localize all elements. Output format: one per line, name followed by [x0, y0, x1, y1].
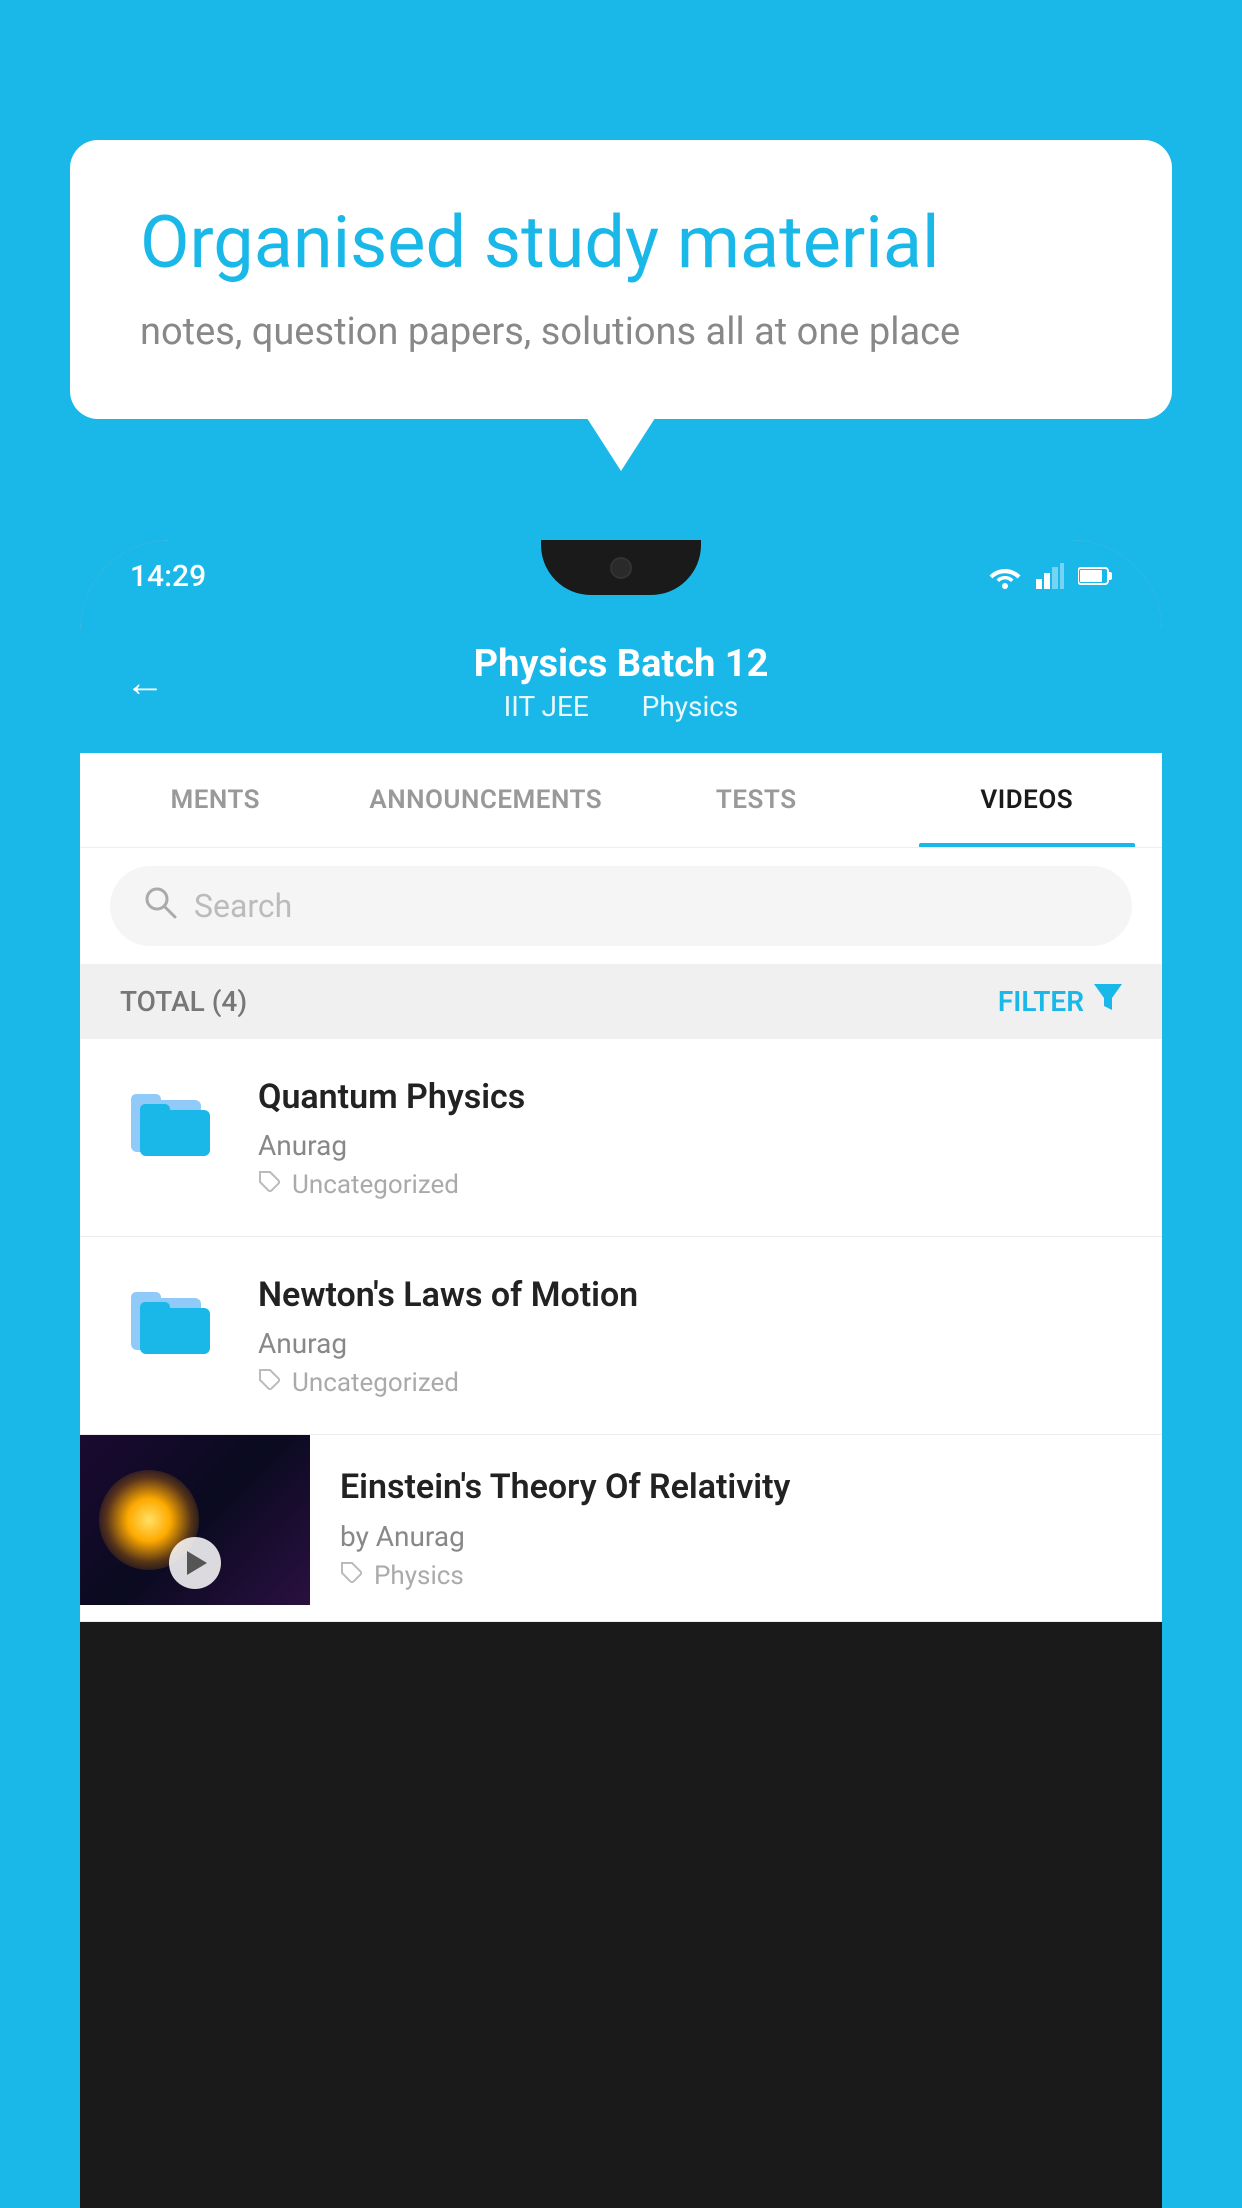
status-bar: 14:29 — [80, 540, 1162, 612]
status-time: 14:29 — [130, 559, 206, 594]
speech-bubble-container: Organised study material notes, question… — [70, 140, 1172, 419]
video-info-2: Einstein's Theory Of Relativity by Anura… — [310, 1435, 1162, 1620]
signal-icon — [1036, 563, 1064, 589]
play-triangle-icon — [187, 1551, 207, 1575]
video-author-0: Anurag — [258, 1129, 1126, 1162]
app-header: ← Physics Batch 12 IIT JEE Physics — [80, 612, 1162, 753]
bubble-subtitle: notes, question papers, solutions all at… — [140, 310, 1102, 354]
header-title: Physics Batch 12 — [474, 642, 769, 686]
video-thumbnail-2 — [80, 1435, 310, 1605]
video-tag-row-2: Physics — [340, 1561, 1132, 1591]
search-icon — [142, 884, 178, 928]
tabs-bar: MENTS ANNOUNCEMENTS TESTS VIDEOS — [80, 753, 1162, 848]
back-button[interactable]: ← — [125, 659, 165, 706]
status-icons — [988, 563, 1112, 589]
video-info-1: Newton's Laws of Motion Anurag Uncategor… — [258, 1273, 1126, 1398]
filter-button[interactable]: FILTER — [998, 984, 1122, 1019]
battery-icon — [1078, 567, 1112, 585]
tag-icon-1 — [258, 1368, 282, 1398]
search-bar-container: Search — [80, 848, 1162, 964]
camera-dot — [610, 557, 632, 579]
video-title-1: Newton's Laws of Motion — [258, 1273, 1126, 1317]
video-author-1: Anurag — [258, 1327, 1126, 1360]
tab-tests[interactable]: TESTS — [621, 753, 892, 847]
search-placeholder: Search — [194, 887, 292, 925]
speech-bubble: Organised study material notes, question… — [70, 140, 1172, 419]
video-tag-2: Physics — [374, 1561, 464, 1591]
video-info-0: Quantum Physics Anurag Uncategorized — [258, 1075, 1126, 1200]
video-author-2: by Anurag — [340, 1520, 1132, 1553]
filter-label: FILTER — [998, 985, 1084, 1018]
search-bar[interactable]: Search — [110, 866, 1132, 946]
video-folder-icon-1 — [116, 1273, 226, 1363]
header-subtitle-separator — [612, 690, 626, 723]
total-label: TOTAL (4) — [120, 985, 247, 1018]
phone-frame: 14:29 — [80, 540, 1162, 2208]
filter-row: TOTAL (4) FILTER — [80, 964, 1162, 1039]
list-item[interactable]: Quantum Physics Anurag Uncategorized — [80, 1039, 1162, 1237]
video-title-2: Einstein's Theory Of Relativity — [340, 1465, 1132, 1509]
play-button[interactable] — [169, 1537, 221, 1589]
video-tag-row-1: Uncategorized — [258, 1368, 1126, 1398]
header-subtitle-part2: Physics — [642, 690, 739, 723]
video-title-0: Quantum Physics — [258, 1075, 1126, 1119]
tab-ments[interactable]: MENTS — [80, 753, 351, 847]
tab-announcements[interactable]: ANNOUNCEMENTS — [351, 753, 622, 847]
video-tag-0: Uncategorized — [292, 1170, 459, 1200]
header-title-group: Physics Batch 12 IIT JEE Physics — [474, 642, 769, 723]
wifi-icon — [988, 563, 1022, 589]
tab-videos[interactable]: VIDEOS — [892, 753, 1163, 847]
list-item[interactable]: Newton's Laws of Motion Anurag Uncategor… — [80, 1237, 1162, 1435]
header-subtitle: IIT JEE Physics — [474, 690, 769, 723]
list-item[interactable]: Einstein's Theory Of Relativity by Anura… — [80, 1435, 1162, 1621]
bubble-title: Organised study material — [140, 200, 1102, 286]
video-folder-icon-0 — [116, 1075, 226, 1165]
video-tag-1: Uncategorized — [292, 1368, 459, 1398]
tag-icon-2 — [340, 1561, 364, 1591]
video-list: Quantum Physics Anurag Uncategorized — [80, 1039, 1162, 1622]
notch — [541, 540, 701, 595]
tag-icon-0 — [258, 1170, 282, 1200]
video-tag-row-0: Uncategorized — [258, 1170, 1126, 1200]
header-subtitle-part1: IIT JEE — [504, 690, 589, 723]
filter-funnel-icon — [1094, 984, 1122, 1019]
phone-inner: 14:29 — [80, 540, 1162, 1622]
